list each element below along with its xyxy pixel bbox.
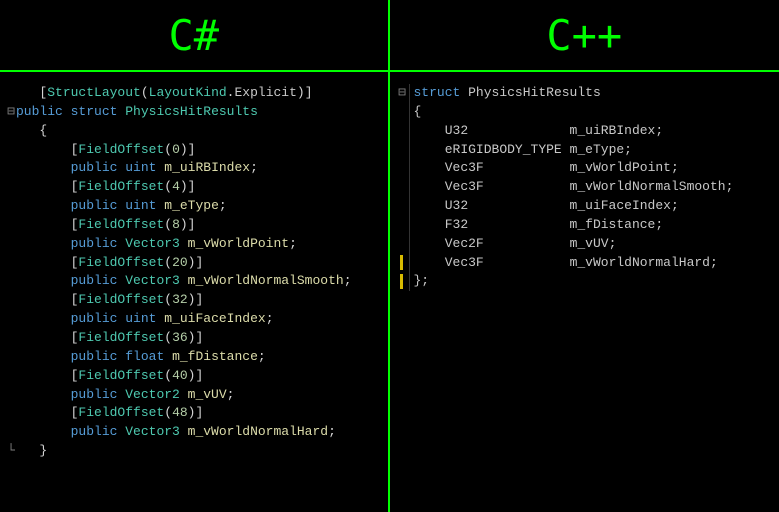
csharp-title: C#	[168, 11, 219, 60]
code-line: Vec3F m_vWorldNormalSmooth;	[396, 178, 774, 197]
csharp-header: C#	[0, 0, 388, 72]
code-line: [FieldOffset(36)]	[6, 329, 382, 348]
brace-close: }	[39, 443, 47, 458]
brace-open: {	[39, 123, 47, 138]
code-line: └ }	[6, 442, 382, 461]
code-line: };	[396, 272, 774, 291]
cpp-title: C++	[546, 11, 622, 60]
struct-name: PhysicsHitResults	[468, 85, 601, 100]
fold-end-icon: └	[6, 442, 16, 461]
code-line: [FieldOffset(40)]	[6, 367, 382, 386]
fold-end-icon	[396, 272, 410, 291]
cpp-header: C++	[390, 0, 779, 72]
code-line: [FieldOffset(8)]	[6, 216, 382, 235]
code-line: [FieldOffset(0)]	[6, 141, 382, 160]
kw-public: public	[16, 104, 63, 119]
code-line: eRIGIDBODY_TYPE m_eType;	[396, 141, 774, 160]
comparison-container: C# [StructLayout(LayoutKind.Explicit)] ⊟…	[0, 0, 779, 512]
kw-struct: struct	[71, 104, 118, 119]
code-line: U32 m_uiRBIndex;	[396, 122, 774, 141]
code-line: public Vector3 m_vWorldNormalSmooth;	[6, 272, 382, 291]
code-line: [FieldOffset(48)]	[6, 404, 382, 423]
code-line: [FieldOffset(4)]	[6, 178, 382, 197]
code-line: [FieldOffset(32)]	[6, 291, 382, 310]
brace-open: {	[414, 104, 422, 119]
kw-struct: struct	[414, 85, 461, 100]
csharp-code: [StructLayout(LayoutKind.Explicit)] ⊟pub…	[0, 72, 388, 473]
struct-name: PhysicsHitResults	[125, 104, 258, 119]
code-line: {	[396, 103, 774, 122]
csharp-pane: C# [StructLayout(LayoutKind.Explicit)] ⊟…	[0, 0, 390, 512]
cpp-code: ⊟ struct PhysicsHitResults { U32 m_uiRBIn…	[390, 72, 779, 303]
code-line: public uint m_uiFaceIndex;	[6, 310, 382, 329]
attr-structlayout: StructLayout	[47, 85, 141, 100]
code-line: {	[6, 122, 382, 141]
code-line: Vec3F m_vWorldPoint;	[396, 159, 774, 178]
attr-explicit: Explicit	[234, 85, 296, 100]
code-line: [StructLayout(LayoutKind.Explicit)]	[6, 84, 382, 103]
code-line: public Vector3 m_vWorldPoint;	[6, 235, 382, 254]
code-line: U32 m_uiFaceIndex;	[396, 197, 774, 216]
code-line: ⊟public struct PhysicsHitResults	[6, 103, 382, 122]
code-line: public uint m_uiRBIndex;	[6, 159, 382, 178]
code-line: public float m_fDistance;	[6, 348, 382, 367]
attr-layoutkind: LayoutKind	[149, 85, 227, 100]
fold-icon[interactable]: ⊟	[6, 103, 16, 122]
code-line: public uint m_eType;	[6, 197, 382, 216]
code-line: [FieldOffset(20)]	[6, 254, 382, 273]
code-line: Vec3F m_vWorldNormalHard;	[396, 254, 774, 273]
code-line: Vec2F m_vUV;	[396, 235, 774, 254]
brace-close: };	[414, 273, 430, 288]
code-line: public Vector3 m_vWorldNormalHard;	[6, 423, 382, 442]
code-line: F32 m_fDistance;	[396, 216, 774, 235]
fold-icon[interactable]: ⊟	[396, 84, 410, 103]
cpp-pane: C++ ⊟ struct PhysicsHitResults { U32 m_ui…	[390, 0, 779, 512]
code-line: public Vector2 m_vUV;	[6, 386, 382, 405]
code-line: ⊟ struct PhysicsHitResults	[396, 84, 774, 103]
